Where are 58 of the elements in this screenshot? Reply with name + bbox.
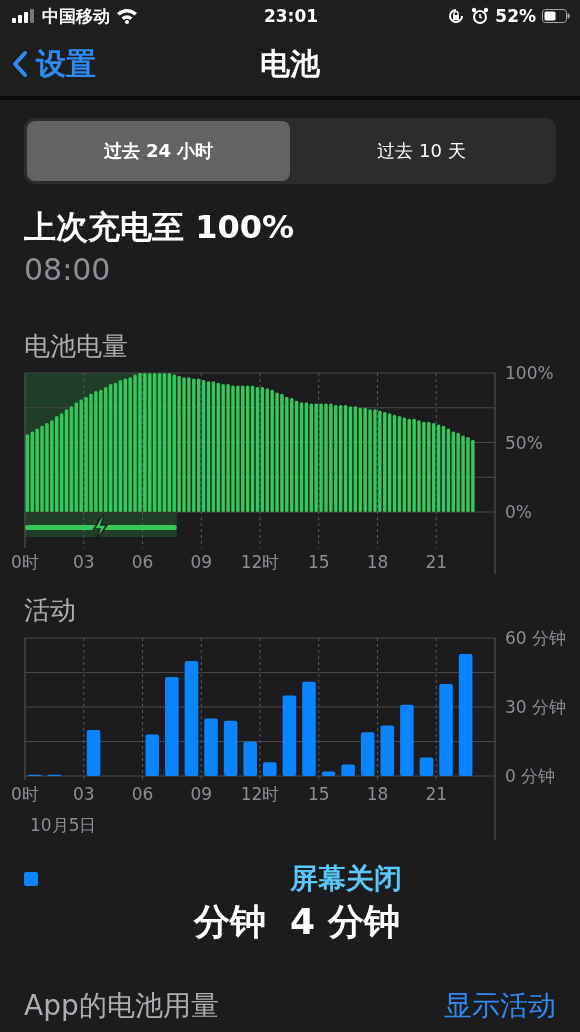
axis-label: 0时 — [11, 552, 39, 572]
activity-bar — [204, 718, 218, 776]
rotation-lock-icon — [447, 7, 466, 25]
legend-marker — [24, 872, 38, 886]
date-label: 10月5日 — [30, 815, 97, 835]
axis-label: 06 — [131, 784, 154, 804]
last-charge-time: 08:00 — [24, 252, 112, 287]
wifi-icon — [116, 8, 138, 24]
battery-icon — [542, 9, 570, 23]
axis-label: 12时 — [240, 552, 280, 572]
carrier-name: 中国移动 — [42, 4, 110, 28]
back-button[interactable]: 设置 — [0, 43, 96, 85]
axis-label: 60 分钟 — [505, 628, 567, 648]
activity-bar — [360, 732, 375, 776]
axis-label: 03 — [72, 784, 95, 804]
signal-icon — [12, 9, 36, 23]
battery-percent: 52% — [495, 6, 536, 26]
axis-label: 21 — [425, 784, 448, 804]
axis-label: 03 — [72, 552, 95, 572]
screen-on-value: 分钟 — [194, 900, 266, 944]
axis-label: 0 分钟 — [505, 766, 556, 786]
activity-bar — [419, 757, 434, 776]
axis-label: 100% — [505, 366, 554, 383]
show-activity-link[interactable]: 显示活动 — [444, 987, 556, 1025]
segment-tab[interactable]: 过去 24 小时 — [27, 121, 290, 181]
axis-label: 15 — [307, 552, 330, 572]
legend-label: 屏幕关闭 — [290, 861, 403, 897]
activity-bar — [341, 764, 355, 776]
axis-label: 50% — [505, 432, 543, 453]
page-title: 电池 — [260, 44, 320, 83]
alarm-icon — [471, 7, 490, 25]
activity-bar — [263, 762, 277, 776]
axis-label: 09 — [190, 784, 213, 804]
axis-label: 0% — [505, 502, 532, 522]
activity-bar — [321, 771, 336, 776]
activity-bar — [223, 720, 238, 776]
axis-label: 09 — [190, 552, 213, 572]
activity-bar — [380, 725, 395, 776]
activity-bar — [145, 734, 160, 776]
screen-off-value: 4 分钟 — [290, 900, 401, 944]
axis-label: 18 — [366, 552, 389, 572]
clock-time: 23:01 — [263, 6, 319, 26]
section-title: App的电池用量 — [24, 988, 219, 1024]
chevron-left-icon — [12, 50, 28, 78]
axis-label: 30 分钟 — [505, 697, 567, 717]
axis-label: 15 — [307, 784, 330, 804]
activity-bar — [86, 730, 101, 776]
axis-label: 18 — [366, 784, 389, 804]
last-charge-title: 上次充电至 100% — [24, 207, 295, 248]
activity-bar — [243, 741, 257, 776]
activity-bar — [400, 704, 414, 776]
axis-label: 21 — [425, 552, 448, 572]
axis-label: 06 — [131, 552, 154, 572]
section-title: 电池电量 — [24, 330, 129, 363]
segment-tab[interactable]: 过去 10 天 — [290, 121, 553, 181]
axis-label: 0时 — [11, 784, 39, 804]
section-title: 活动 — [24, 594, 77, 627]
axis-label: 12时 — [240, 784, 280, 804]
